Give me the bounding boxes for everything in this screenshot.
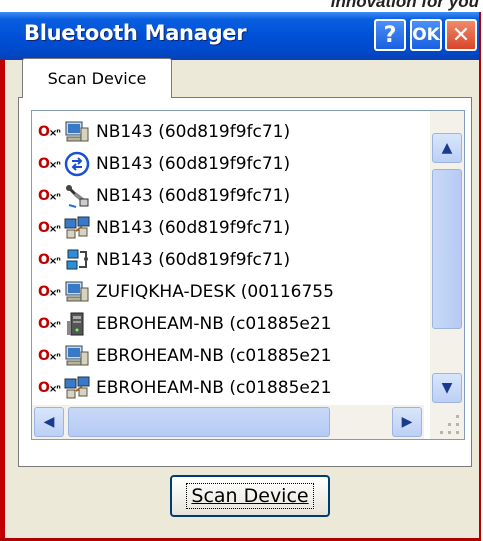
computer-icon: [64, 343, 90, 369]
scroll-up-button[interactable]: ▲: [432, 133, 462, 163]
key-unpaired-icon: O×ⁿ: [38, 284, 61, 300]
ok-button[interactable]: OK: [410, 19, 442, 51]
device-name-label: NB143 (60d819f9fc71): [96, 218, 291, 238]
key-unpaired-icon: O×ⁿ: [38, 348, 61, 364]
device-list-item[interactable]: O×ⁿ NB143 (60d819f9fc71): [32, 244, 424, 276]
scan-device-button-label: Scan Device: [186, 483, 314, 509]
key-unpaired-icon: O×ⁿ: [38, 188, 61, 204]
device-list-item[interactable]: O×ⁿ EBROHEAM-NB (c01885e21: [32, 340, 424, 372]
device-list-item[interactable]: O×ⁿ EBROHEAM-NB (c01885e21: [32, 308, 424, 340]
scan-device-button[interactable]: Scan Device: [170, 475, 330, 517]
tab-scan-device[interactable]: Scan Device: [22, 58, 172, 98]
device-name-label: NB143 (60d819f9fc71): [96, 122, 291, 142]
key-unpaired-icon: O×ⁿ: [38, 252, 61, 268]
serial-port-icon: [64, 247, 90, 273]
device-rows: O×ⁿ NB143 (60d819f9fc71) O×ⁿ NB143 (60d819f…: [32, 111, 424, 405]
scroll-right-button[interactable]: ▶: [392, 407, 422, 437]
key-unpaired-icon: O×ⁿ: [38, 220, 61, 236]
key-unpaired-icon: O×ⁿ: [38, 380, 61, 396]
device-list[interactable]: O×ⁿ NB143 (60d819f9fc71) O×ⁿ NB143 (60d819f…: [31, 110, 465, 440]
horizontal-scroll-thumb[interactable]: [68, 407, 330, 437]
key-unpaired-icon: O×ⁿ: [38, 124, 61, 140]
network-pc-icon: [64, 215, 90, 241]
top-strip: innovation for you: [0, 0, 483, 12]
computer-icon: [64, 119, 90, 145]
tagline-text: innovation for you: [330, 0, 479, 11]
device-list-item[interactable]: O×ⁿ NB143 (60d819f9fc71): [32, 212, 424, 244]
network-pc-icon: [64, 375, 90, 401]
size-grip-icon: [430, 405, 464, 439]
horizontal-scrollbar[interactable]: ◀ ▶: [32, 405, 424, 439]
close-button[interactable]: ✕: [445, 19, 477, 51]
device-name-label: NB143 (60d819f9fc71): [96, 250, 291, 270]
device-name-label: NB143 (60d819f9fc71): [96, 186, 291, 206]
window-title: Bluetooth Manager: [24, 21, 247, 45]
modem-icon: [64, 183, 90, 209]
tower-pc-icon: [64, 311, 90, 337]
scroll-down-button[interactable]: ▼: [432, 373, 462, 403]
key-unpaired-icon: O×ⁿ: [38, 316, 61, 332]
device-list-item[interactable]: O×ⁿ NB143 (60d819f9fc71): [32, 116, 424, 148]
device-list-item[interactable]: O×ⁿ ZUFIQKHA-DESK (00116755: [32, 276, 424, 308]
device-name-label: NB143 (60d819f9fc71): [96, 154, 291, 174]
help-button[interactable]: ?: [374, 19, 406, 51]
network-icon: [64, 151, 90, 177]
title-bar[interactable]: Bluetooth Manager ? OK ✕: [0, 12, 479, 60]
device-list-item[interactable]: O×ⁿ EBROHEAM-NB (c01885e21: [32, 372, 424, 404]
device-name-label: EBROHEAM-NB (c01885e21: [96, 346, 332, 366]
device-list-item[interactable]: O×ⁿ NB143 (60d819f9fc71): [32, 148, 424, 180]
scroll-left-button[interactable]: ◀: [34, 407, 64, 437]
device-name-label: EBROHEAM-NB (c01885e21: [96, 314, 332, 334]
vertical-scrollbar[interactable]: ▲ ▼: [430, 111, 464, 405]
computer-icon: [64, 279, 90, 305]
vertical-scroll-thumb[interactable]: [432, 169, 462, 329]
key-unpaired-icon: O×ⁿ: [38, 156, 61, 172]
device-list-item[interactable]: O×ⁿ NB143 (60d819f9fc71): [32, 180, 424, 212]
device-name-label: EBROHEAM-NB (c01885e21: [96, 378, 332, 398]
device-name-label: ZUFIQKHA-DESK (00116755: [96, 282, 334, 302]
